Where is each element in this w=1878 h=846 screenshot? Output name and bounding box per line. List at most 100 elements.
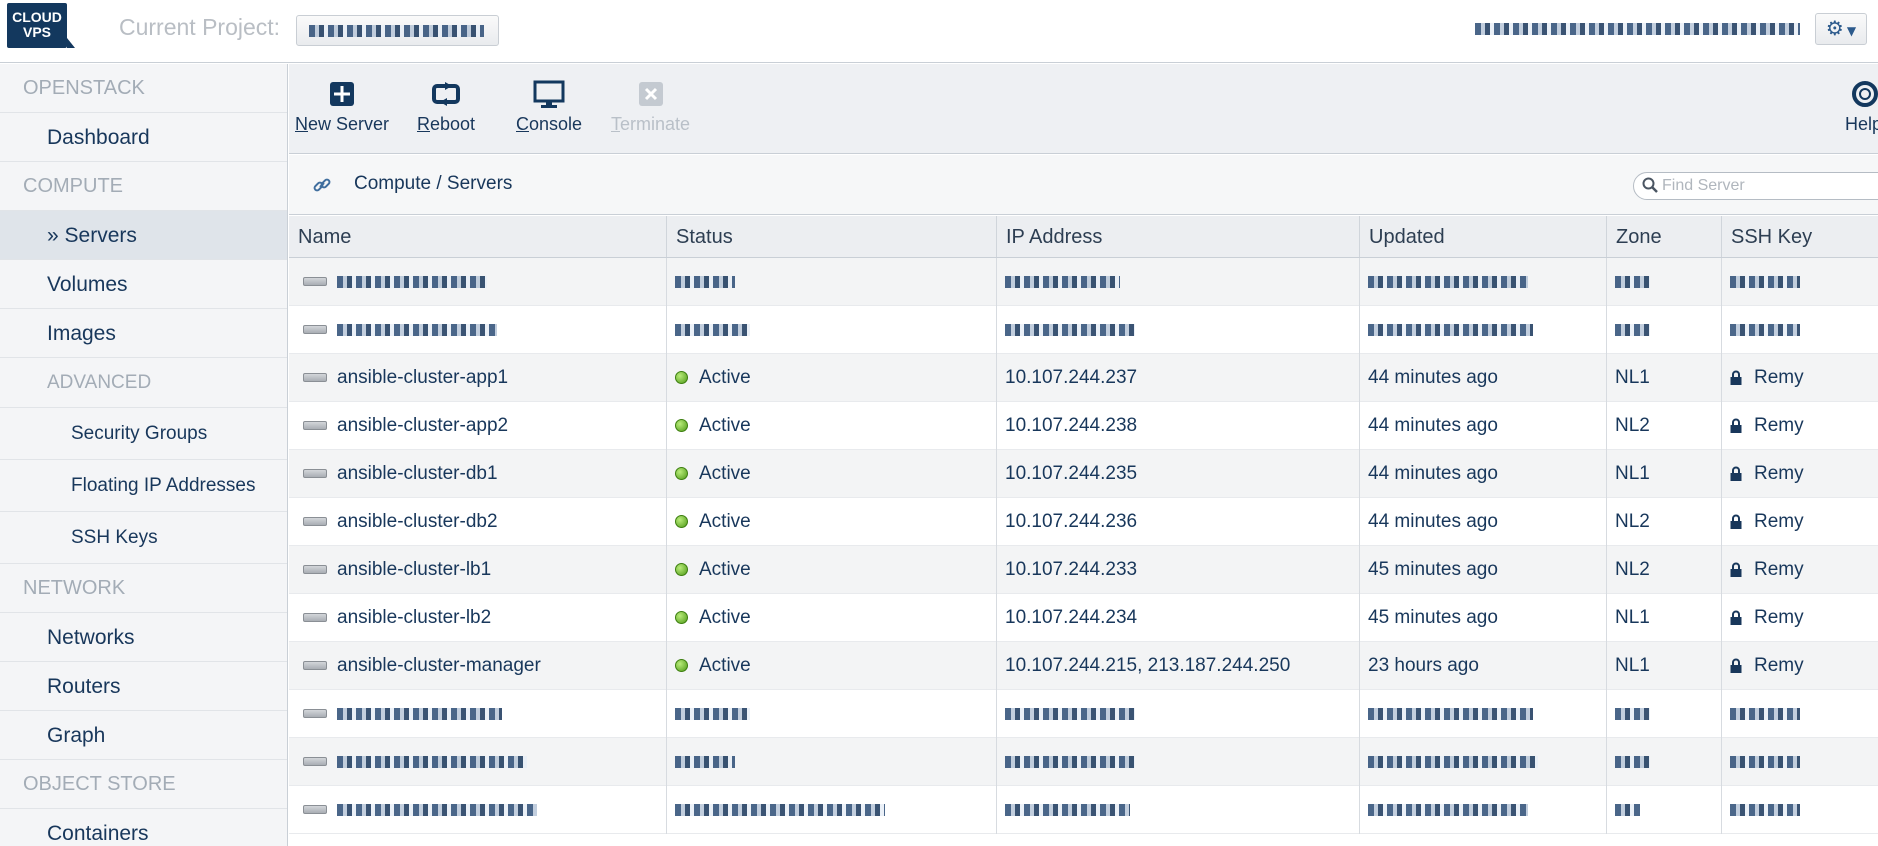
column-divider [996, 258, 997, 834]
column-divider [1359, 258, 1360, 834]
status-active-icon [675, 371, 688, 385]
search-input[interactable] [1662, 175, 1878, 197]
column-divider [1721, 258, 1722, 834]
sidebar-item-security-groups[interactable]: Security Groups [0, 408, 287, 460]
ip-text: 10.107.244.235 [1005, 463, 1138, 484]
redacted-text [675, 275, 735, 288]
lifebuoy-icon [1852, 81, 1878, 107]
console-button[interactable]: Console [516, 80, 582, 135]
table-row-redacted[interactable] [289, 258, 1878, 306]
table-row[interactable]: ansible-cluster-lb2 Active 10.107.244.23… [289, 594, 1878, 642]
status-cell: Active [666, 498, 996, 545]
name-cell[interactable]: ansible-cluster-app2 [298, 402, 666, 449]
column-header-zone[interactable]: Zone [1606, 216, 1721, 257]
name-cell[interactable]: ansible-cluster-lb1 [298, 546, 666, 593]
search-icon [1642, 177, 1658, 193]
sidebar: OPENSTACK Dashboard COMPUTE » Servers Vo… [0, 64, 288, 846]
server-name[interactable]: ansible-cluster-lb2 [337, 607, 491, 628]
column-header-ip-address[interactable]: IP Address [996, 216, 1359, 257]
sidebar-item-images[interactable]: Images [0, 309, 287, 358]
updated-cell [1359, 690, 1606, 737]
name-cell[interactable]: ansible-cluster-db1 [298, 450, 666, 497]
server-icon [303, 661, 327, 671]
table-row-redacted[interactable] [289, 738, 1878, 786]
sidebar-item-containers[interactable]: Containers [0, 809, 287, 846]
server-name[interactable]: ansible-cluster-app2 [337, 415, 508, 436]
status-cell [666, 306, 996, 353]
status-cell: Active [666, 594, 996, 641]
updated-cell [1359, 786, 1606, 833]
server-icon [303, 709, 327, 719]
new-server-button[interactable]: New Server [295, 80, 389, 135]
updated-text: 44 minutes ago [1368, 415, 1498, 436]
help-button[interactable]: Help [1845, 80, 1878, 135]
console-label: onsole [529, 114, 583, 134]
updated-text: 44 minutes ago [1368, 511, 1498, 532]
reboot-icon [432, 82, 461, 106]
ip-cell [996, 738, 1359, 785]
server-name[interactable]: ansible-cluster-db2 [337, 511, 498, 532]
name-cell[interactable]: ansible-cluster-app1 [298, 354, 666, 401]
link-icon[interactable] [311, 175, 333, 195]
table-row[interactable]: ansible-cluster-app1 Active 10.107.244.2… [289, 354, 1878, 402]
reboot-button[interactable]: Reboot [417, 80, 475, 135]
status-cell: Active [666, 450, 996, 497]
column-header-status[interactable]: Status [666, 216, 996, 257]
server-icon [303, 757, 327, 767]
table-row[interactable]: ansible-cluster-manager Active 10.107.24… [289, 642, 1878, 690]
status-text: Active [699, 511, 751, 532]
project-select[interactable] [296, 15, 499, 46]
name-cell[interactable]: ansible-cluster-lb2 [298, 594, 666, 641]
sidebar-item-servers[interactable]: » Servers [0, 211, 287, 260]
table-row[interactable]: ansible-cluster-lb1 Active 10.107.244.23… [289, 546, 1878, 594]
settings-button[interactable]: ⚙ ▼ [1815, 13, 1867, 45]
updated-text: 23 hours ago [1368, 655, 1479, 676]
table-row[interactable]: ansible-cluster-app2 Active 10.107.244.2… [289, 402, 1878, 450]
sidebar-item-volumes[interactable]: Volumes [0, 260, 287, 309]
sidebar-item-graph[interactable]: Graph [0, 711, 287, 760]
name-cell[interactable]: ansible-cluster-manager [298, 642, 666, 689]
zone-cell [1606, 258, 1721, 305]
zone-text: NL1 [1615, 367, 1650, 388]
table-row[interactable]: ansible-cluster-db1 Active 10.107.244.23… [289, 450, 1878, 498]
status-cell [666, 738, 996, 785]
redacted-text [1005, 803, 1130, 816]
updated-cell: 44 minutes ago [1359, 354, 1606, 401]
sidebar-item-floating-ip-addresses[interactable]: Floating IP Addresses [0, 460, 287, 512]
server-name[interactable]: ansible-cluster-manager [337, 655, 541, 676]
redacted-text [1730, 755, 1800, 768]
zone-cell: NL1 [1606, 594, 1721, 641]
ip-text: 10.107.244.238 [1005, 415, 1138, 436]
name-cell[interactable]: ansible-cluster-db2 [298, 498, 666, 545]
project-name-redacted [309, 25, 484, 37]
find-server-search[interactable] [1633, 172, 1878, 200]
table-row[interactable]: ansible-cluster-db2 Active 10.107.244.23… [289, 498, 1878, 546]
sidebar-item-ssh-keys[interactable]: SSH Keys [0, 512, 287, 564]
redacted-text [675, 755, 735, 768]
updated-cell: 44 minutes ago [1359, 498, 1606, 545]
zone-cell [1606, 738, 1721, 785]
redacted-text [337, 323, 497, 336]
server-name[interactable]: ansible-cluster-app1 [337, 367, 508, 388]
sidebar-item-routers[interactable]: Routers [0, 662, 287, 711]
column-header-updated[interactable]: Updated [1359, 216, 1606, 257]
zone-text: NL1 [1615, 463, 1650, 484]
sidebar-item-networks[interactable]: Networks [0, 613, 287, 662]
server-name[interactable]: ansible-cluster-lb1 [337, 559, 491, 580]
cloudvps-logo[interactable]: CLOUD VPS [7, 3, 75, 48]
column-header-ssh-key[interactable]: SSH Key [1721, 216, 1878, 257]
zone-text: NL2 [1615, 511, 1650, 532]
column-header-name[interactable]: Name [289, 216, 657, 257]
table-row-redacted[interactable] [289, 306, 1878, 354]
redacted-text [675, 803, 885, 816]
sidebar-item-dashboard[interactable]: Dashboard [0, 113, 287, 162]
table-row-redacted[interactable] [289, 786, 1878, 834]
ip-cell [996, 786, 1359, 833]
terminate-button[interactable]: Terminate [611, 80, 690, 135]
ssh-key-cell [1721, 786, 1878, 833]
table-row-redacted[interactable] [289, 690, 1878, 738]
server-name[interactable]: ansible-cluster-db1 [337, 463, 498, 484]
status-active-icon [675, 563, 688, 577]
reboot-mnemonic: R [417, 114, 430, 134]
zone-text: NL1 [1615, 655, 1650, 676]
